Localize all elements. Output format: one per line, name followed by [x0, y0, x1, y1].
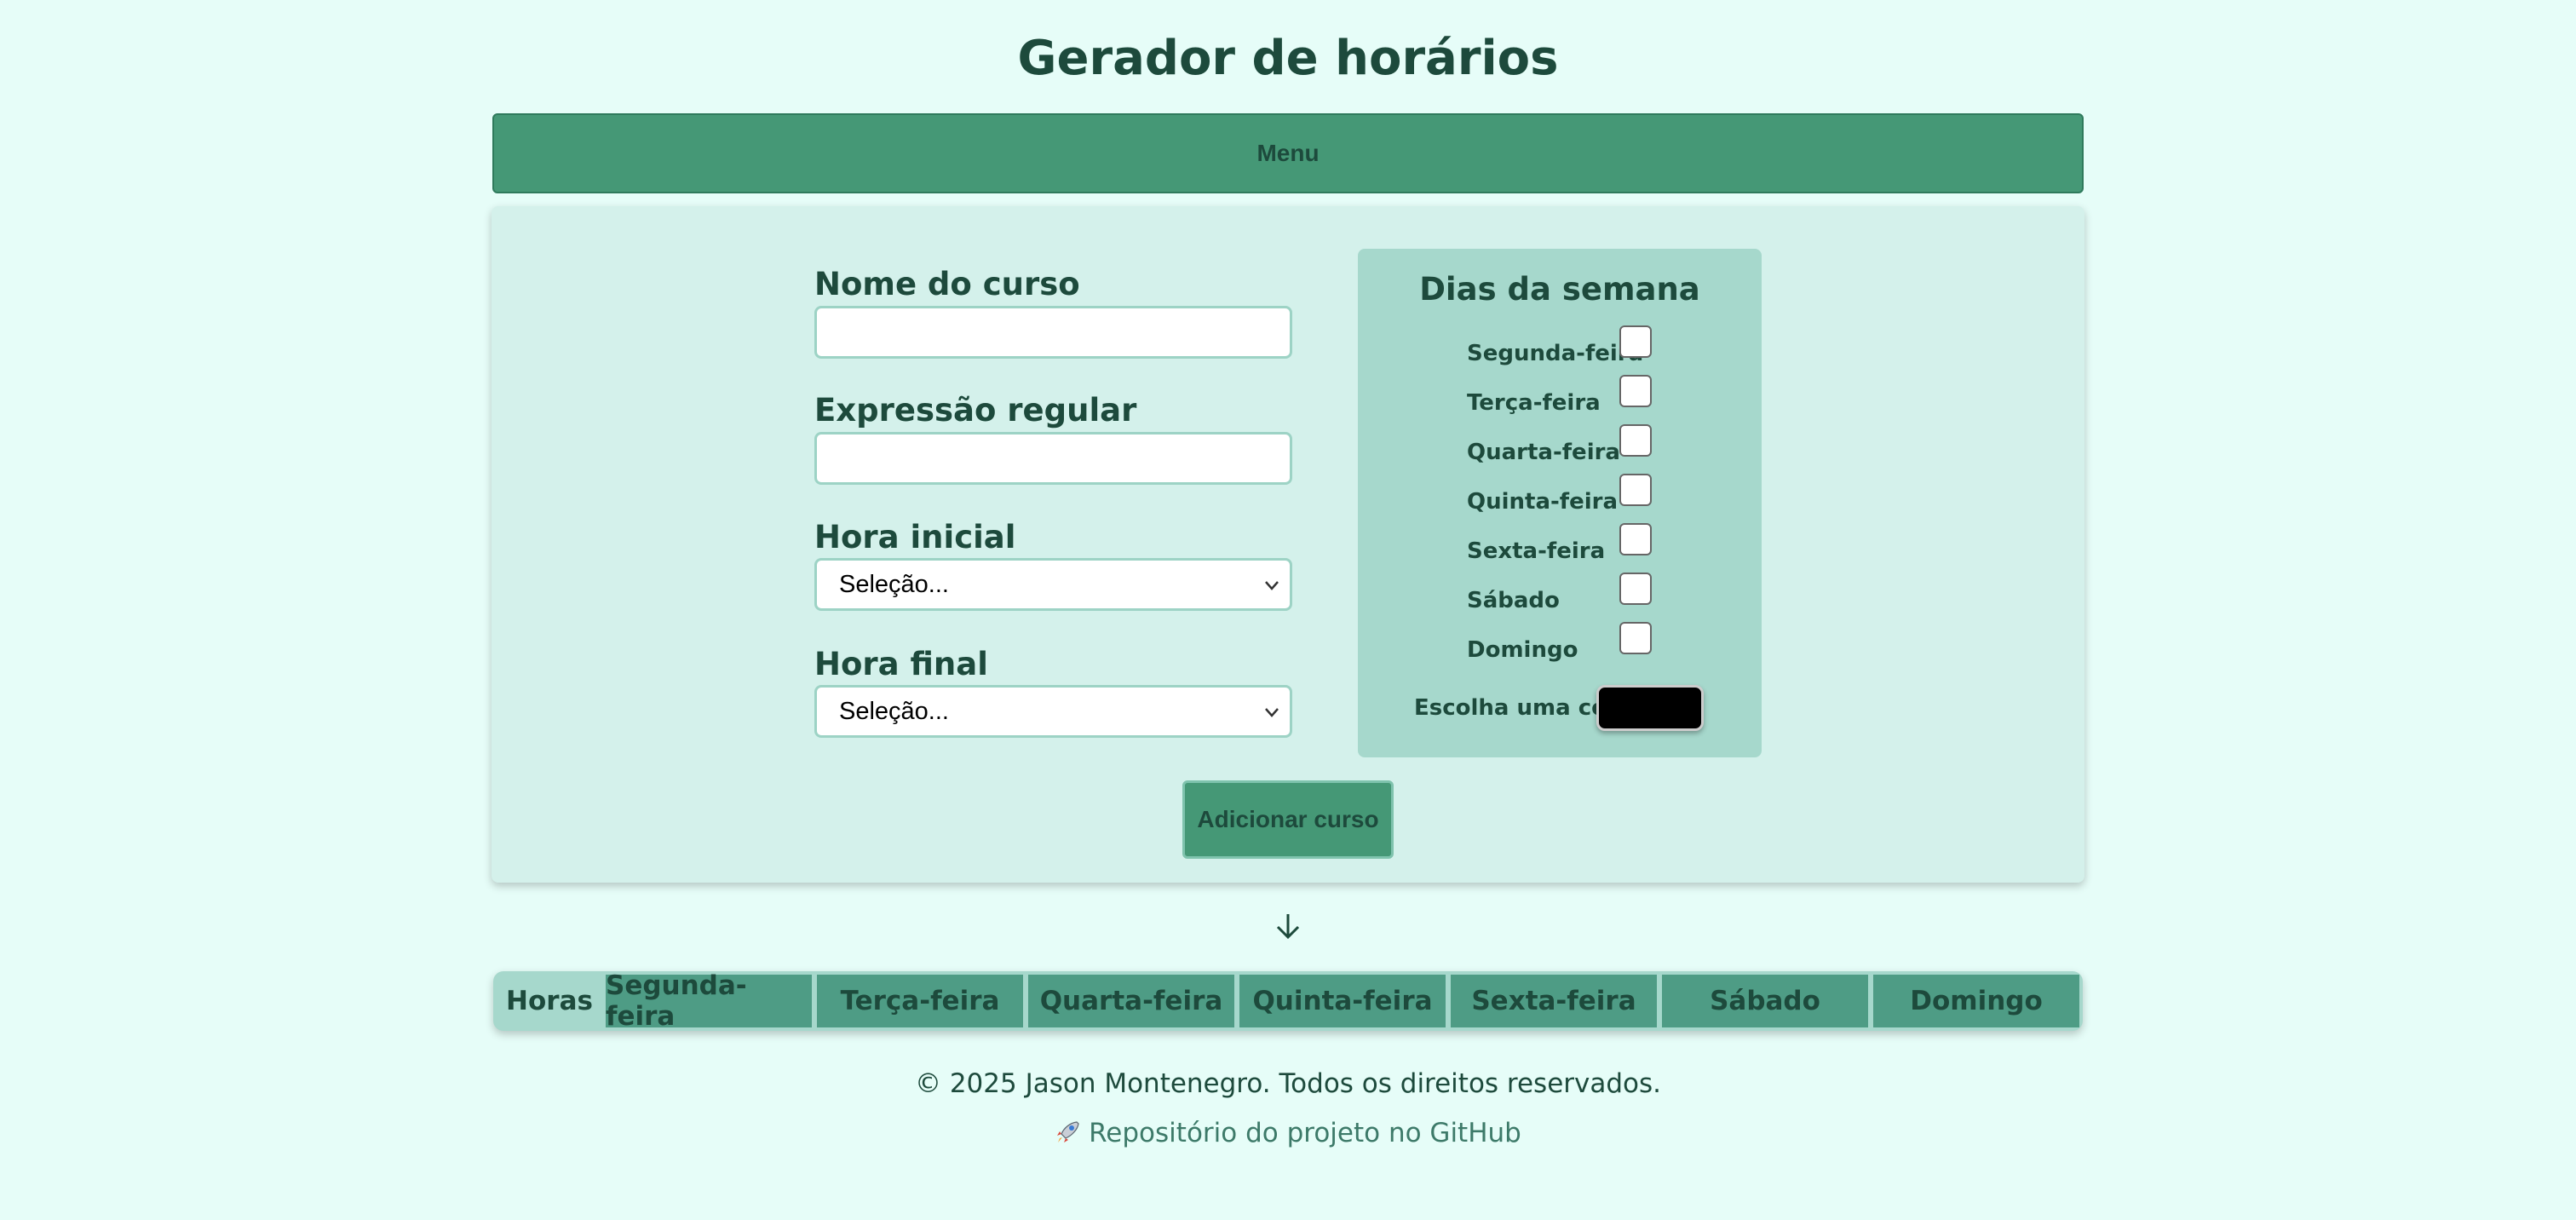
- schedule-header-terca: Terça-feira: [817, 975, 1023, 1027]
- start-time-selected: Seleção...: [839, 570, 949, 598]
- day-label-segunda: Segunda-feira: [1467, 341, 1644, 366]
- regex-label: Expressão regular: [814, 392, 1137, 429]
- schedule-table-header: Horas Segunda-feira Terça-feira Quarta-f…: [493, 971, 2083, 1031]
- day-label-quinta: Quinta-feira: [1467, 489, 1619, 515]
- color-picker-label: Escolha uma cor: [1414, 695, 1618, 721]
- menu-button[interactable]: Menu: [492, 113, 2084, 193]
- page-title: Gerador de horários: [1017, 31, 1559, 86]
- schedule-header-horas: Horas: [506, 986, 593, 1016]
- chevron-down-icon: [1265, 708, 1279, 717]
- day-label-domingo: Domingo: [1467, 637, 1578, 663]
- course-name-label: Nome do curso: [814, 266, 1080, 302]
- checkbox-quarta[interactable]: [1619, 424, 1652, 457]
- schedule-header-quarta: Quarta-feira: [1028, 975, 1234, 1027]
- github-repo-link[interactable]: Repositório do projeto no GitHub: [0, 1118, 2576, 1148]
- github-repo-link-text: Repositório do projeto no GitHub: [1089, 1118, 1521, 1148]
- regex-input[interactable]: [814, 432, 1292, 485]
- start-time-label: Hora inicial: [814, 519, 1016, 555]
- add-course-button[interactable]: Adicionar curso: [1182, 780, 1394, 859]
- start-time-select[interactable]: Seleção...: [814, 558, 1292, 611]
- footer-copyright: © 2025 Jason Montenegro. Todos os direit…: [914, 1068, 1662, 1099]
- day-label-sexta: Sexta-feira: [1467, 538, 1606, 564]
- end-time-label: Hora final: [814, 646, 988, 682]
- end-time-select[interactable]: Seleção...: [814, 685, 1292, 738]
- weekdays-title: Dias da semana: [1419, 271, 1700, 308]
- schedule-header-sabado: Sábado: [1662, 975, 1868, 1027]
- schedule-header-domingo: Domingo: [1873, 975, 2079, 1027]
- checkbox-segunda[interactable]: [1619, 325, 1652, 358]
- course-name-input[interactable]: [814, 306, 1292, 359]
- color-picker[interactable]: [1596, 685, 1704, 731]
- page: Gerador de horários Menu Nome do curso E…: [0, 0, 2576, 1220]
- day-label-sabado: Sábado: [1467, 588, 1560, 613]
- checkbox-sexta[interactable]: [1619, 523, 1652, 555]
- checkbox-quinta[interactable]: [1619, 474, 1652, 506]
- schedule-header-quinta: Quinta-feira: [1239, 975, 1446, 1027]
- arrow-down-icon: [1276, 914, 1300, 940]
- day-label-terca: Terça-feira: [1467, 390, 1601, 416]
- checkbox-sabado[interactable]: [1619, 573, 1652, 605]
- checkbox-terca[interactable]: [1619, 375, 1652, 407]
- schedule-header-sexta: Sexta-feira: [1451, 975, 1657, 1027]
- end-time-selected: Seleção...: [839, 697, 949, 725]
- rocket-icon: [1057, 1121, 1079, 1142]
- checkbox-domingo[interactable]: [1619, 622, 1652, 654]
- chevron-down-icon: [1265, 581, 1279, 590]
- day-label-quarta: Quarta-feira: [1467, 440, 1620, 465]
- schedule-header-segunda: Segunda-feira: [606, 971, 812, 1031]
- weekdays-panel: Dias da semana Segunda-feira Terça-feira…: [1358, 249, 1762, 757]
